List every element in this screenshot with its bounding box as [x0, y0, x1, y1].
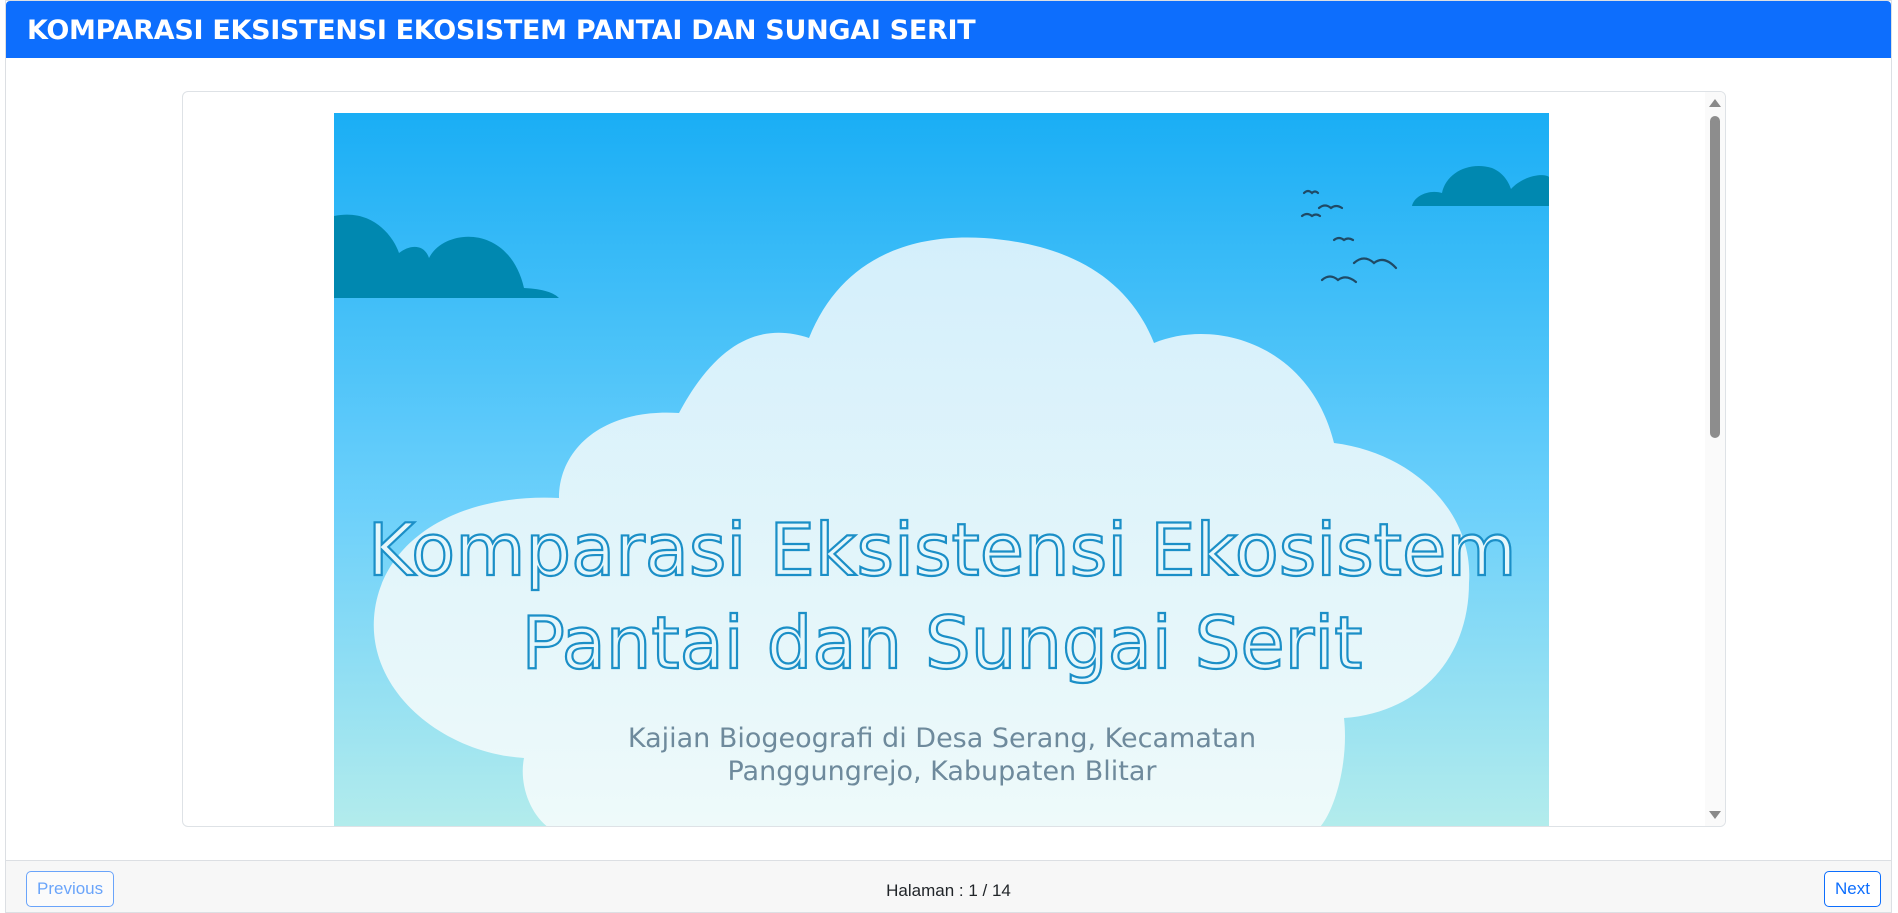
- slide-page: Komparasi Eksistensi Ekosistem Pantai da…: [334, 113, 1549, 826]
- scroll-down-arrow-icon[interactable]: [1709, 811, 1721, 819]
- pagination-footer: Previous Halaman : 1 / 14 Next: [6, 860, 1891, 912]
- scroll-up-arrow-icon[interactable]: [1709, 99, 1721, 107]
- page-title: KOMPARASI EKSISTENSI EKOSISTEM PANTAI DA…: [27, 15, 976, 46]
- viewer-scrollbar[interactable]: [1705, 92, 1725, 826]
- slide-illustration: Komparasi Eksistensi Ekosistem Pantai da…: [334, 113, 1549, 826]
- page-indicator: Halaman : 1 / 14: [886, 881, 1011, 900]
- document-viewer[interactable]: Komparasi Eksistensi Ekosistem Pantai da…: [182, 91, 1726, 827]
- scrollbar-thumb[interactable]: [1710, 116, 1720, 438]
- viewer-card: KOMPARASI EKSISTENSI EKOSISTEM PANTAI DA…: [5, 0, 1892, 913]
- slide-title-line2: Pantai dan Sungai Serit: [521, 601, 1362, 685]
- slide-subtitle-line1: Kajian Biogeografi di Desa Serang, Kecam…: [628, 723, 1256, 754]
- next-button[interactable]: Next: [1824, 871, 1881, 907]
- slide-title-line1: Komparasi Eksistensi Ekosistem: [368, 508, 1517, 592]
- card-header: KOMPARASI EKSISTENSI EKOSISTEM PANTAI DA…: [6, 1, 1891, 58]
- slide-subtitle-line2: Panggungrejo, Kabupaten Blitar: [727, 756, 1157, 787]
